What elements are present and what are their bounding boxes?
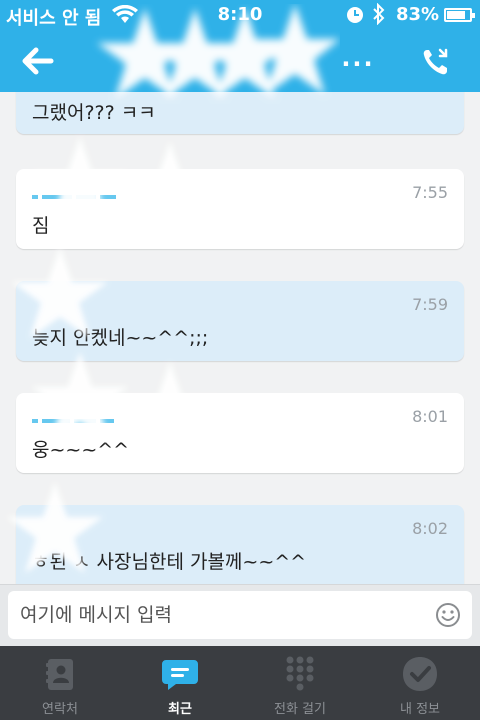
tab-contacts[interactable]: 연락처: [0, 646, 120, 720]
message-input[interactable]: [8, 591, 472, 639]
battery-percent: 83%: [396, 4, 440, 25]
contacts-icon: [40, 654, 80, 694]
message-bubble-incoming: 7:55 짐: [16, 169, 464, 249]
nav-bar: ...: [0, 30, 480, 92]
profile-check-icon: [400, 654, 440, 694]
emoticon-button[interactable]: [434, 601, 462, 629]
message-composer: [0, 584, 480, 646]
message-list[interactable]: 그랬어??? ㅋㅋ 7:55 짐 7:59 늦지 안켔네~~^^;;; 8:01…: [0, 92, 480, 584]
tab-label: 연락처: [42, 702, 78, 717]
sender-name-redacted: [32, 409, 222, 423]
battery-icon: [444, 8, 475, 22]
message-text: 그랬어??? ㅋㅋ: [32, 102, 156, 124]
message-time: 8:01: [412, 407, 448, 426]
message-text: 늦지 안켔네~~^^;;;: [32, 327, 209, 349]
more-options-button[interactable]: ...: [340, 46, 376, 76]
dialpad-icon: [280, 654, 320, 694]
status-bar: 서비스 안 됨 8:10 83%: [0, 0, 480, 30]
message-time: 7:55: [412, 183, 448, 202]
phone-call-icon: [423, 48, 448, 75]
tab-dialpad[interactable]: 전화 걸기: [240, 646, 360, 720]
recent-chat-icon: [160, 654, 200, 694]
message-bubble-outgoing: 그랬어??? ㅋㅋ: [16, 92, 464, 134]
message-bubble-outgoing: 7:59 늦지 안켔네~~^^;;;: [16, 281, 464, 361]
tab-my-info[interactable]: 내 정보: [360, 646, 480, 720]
message-text: 웅~~~^^: [32, 439, 130, 461]
tab-label: 최근: [168, 702, 192, 717]
bluetooth-icon: [372, 2, 386, 30]
smiley-icon: [436, 603, 460, 627]
message-text: 짐: [32, 215, 50, 237]
back-arrow-icon: [22, 47, 54, 75]
message-text: ㅎ된 ㅅ 사장님한테 가볼께~~^^: [32, 551, 307, 573]
tab-label: 전화 걸기: [274, 702, 326, 717]
tab-recent[interactable]: 최근: [120, 646, 240, 720]
alarm-icon: [346, 6, 364, 29]
message-time: 8:02: [412, 519, 448, 538]
battery-nub: [472, 13, 475, 18]
call-button[interactable]: [418, 44, 454, 80]
message-bubble-incoming: 8:01 웅~~~^^: [16, 393, 464, 473]
back-button[interactable]: [20, 46, 56, 76]
battery-fill: [447, 11, 465, 19]
tab-label: 내 정보: [399, 702, 440, 717]
tab-bar: 연락처 최근 전화 걸기 내 정보: [0, 646, 480, 720]
message-bubble-outgoing: 8:02 ㅎ된 ㅅ 사장님한테 가볼께~~^^: [16, 505, 464, 584]
message-time: 7:59: [412, 295, 448, 314]
sender-name-redacted: [32, 185, 222, 199]
